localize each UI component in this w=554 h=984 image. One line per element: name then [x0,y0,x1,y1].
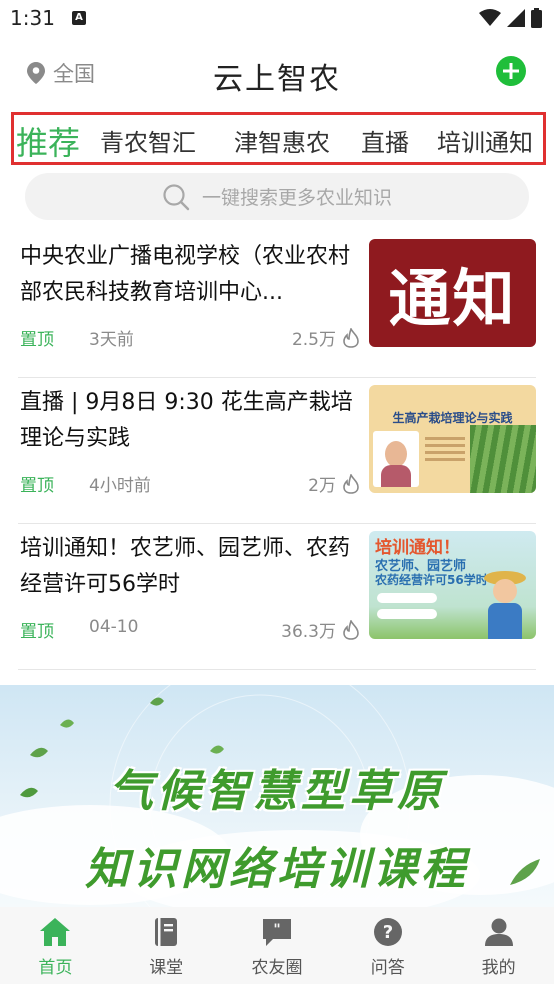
promo-banner[interactable]: 气候智慧型草原 知识网络培训课程 [0,685,554,907]
article-title: 中央农业广播电视学校（农业农村部农民科技教育培训中心... [20,244,351,305]
nav-label: 课堂 [149,958,184,978]
system-icons [479,8,542,28]
article-title: 培训通知！农艺师、园艺师、农药经营许可56学时 [20,536,351,597]
nav-home[interactable]: 首页 [0,907,111,984]
farmer-illustration [482,571,528,639]
thumbnail-subtitle: 农药经营许可56学时 [375,573,488,587]
article-thumbnail: 生高产栽培理论与实践 [369,385,536,493]
status-time: 1:31 [10,6,55,30]
search-placeholder: 一键搜索更多农业知识 [201,187,392,209]
article-views: 2万 [308,471,360,496]
svg-text:?: ? [383,922,393,943]
signal-icon [507,9,525,27]
notification-icon: A [72,11,86,25]
tab-training-notice[interactable]: 培训通知 [437,123,533,158]
nav-community[interactable]: " 农友圈 [222,907,333,984]
article-views: 2.5万 [292,325,360,350]
speaker-photo [373,431,419,487]
thumbnail-tag [377,593,437,603]
chat-quote-icon: " [262,919,291,946]
bottom-navigation: 首页 课堂 " 农友圈 ? 问答 我的 [0,907,554,984]
add-button[interactable] [496,56,526,86]
tab-jinzhi[interactable]: 津智惠农 [234,123,330,158]
thumbnail-text: 通知 [388,262,517,335]
tab-qingnong[interactable]: 青农智汇 [100,123,196,158]
category-tabs: 推荐 青农智汇 津智惠农 直播 培训通知 [11,112,546,165]
speaker-info [425,433,465,483]
book-icon [155,918,178,946]
article-time: 3天前 [89,330,134,350]
view-count: 2.5万 [291,330,336,350]
article-meta: 置顶 4小时前 2万 [20,471,360,497]
article-time: 4小时前 [89,476,151,496]
tab-live[interactable]: 直播 [361,123,409,158]
tab-recommend[interactable]: 推荐 [16,118,80,164]
article-item[interactable]: 中央农业广播电视学校（农业农村部农民科技教育培训中心... 置顶 3天前 2.5… [18,239,536,378]
thumbnail-tag [377,609,437,619]
flame-icon [343,327,359,348]
app-header: 全国 云上智农 [0,40,554,104]
nav-label: 农友圈 [251,958,303,978]
article-thumbnail: 通知 [369,239,536,347]
flame-icon [343,473,359,494]
search-bar[interactable]: 一键搜索更多农业知识 [25,173,529,220]
status-bar: 1:31 A [0,0,554,36]
wifi-icon [479,9,501,26]
article-thumbnail: 培训通知！ 农艺师、园艺师 农药经营许可56学时 [369,531,536,639]
nav-profile[interactable]: 我的 [443,907,554,984]
field-photo [470,425,536,493]
user-icon [484,918,513,946]
article-meta: 置顶 04-10 36.3万 [20,617,360,643]
pinned-badge: 置顶 [20,622,54,642]
view-count: 36.3万 [281,622,336,642]
article-item[interactable]: 培训通知！农艺师、园艺师、农药经营许可56学时 置顶 04-10 36.3万 培… [18,531,536,670]
nav-label: 问答 [370,958,405,978]
home-icon [40,918,71,946]
view-count: 2万 [308,476,336,496]
pinned-badge: 置顶 [20,476,54,496]
svg-text:": " [273,922,280,938]
nav-classroom[interactable]: 课堂 [111,907,222,984]
search-icon [163,183,190,210]
banner-line-2: 知识网络培训课程 [85,844,469,895]
article-meta: 置顶 3天前 2.5万 [20,325,360,351]
nav-label: 首页 [38,958,73,978]
nav-qa[interactable]: ? 问答 [332,907,443,984]
app-title: 云上智农 [213,62,341,97]
article-time: 04-10 [89,617,139,637]
banner-line-1: 气候智慧型草原 [109,766,445,817]
battery-icon [531,8,542,28]
plus-icon [503,63,519,79]
nav-label: 我的 [481,958,516,978]
article-item[interactable]: 直播 | 9月8日 9:30 花生高产栽培理论与实践 置顶 4小时前 2万 生高… [18,385,536,524]
article-views: 36.3万 [281,617,360,642]
flame-icon [343,619,359,640]
article-title: 直播 | 9月8日 9:30 花生高产栽培理论与实践 [20,390,353,451]
thumbnail-text: 生高产栽培理论与实践 [392,411,513,425]
pinned-badge: 置顶 [20,330,54,350]
question-icon: ? [373,918,402,946]
